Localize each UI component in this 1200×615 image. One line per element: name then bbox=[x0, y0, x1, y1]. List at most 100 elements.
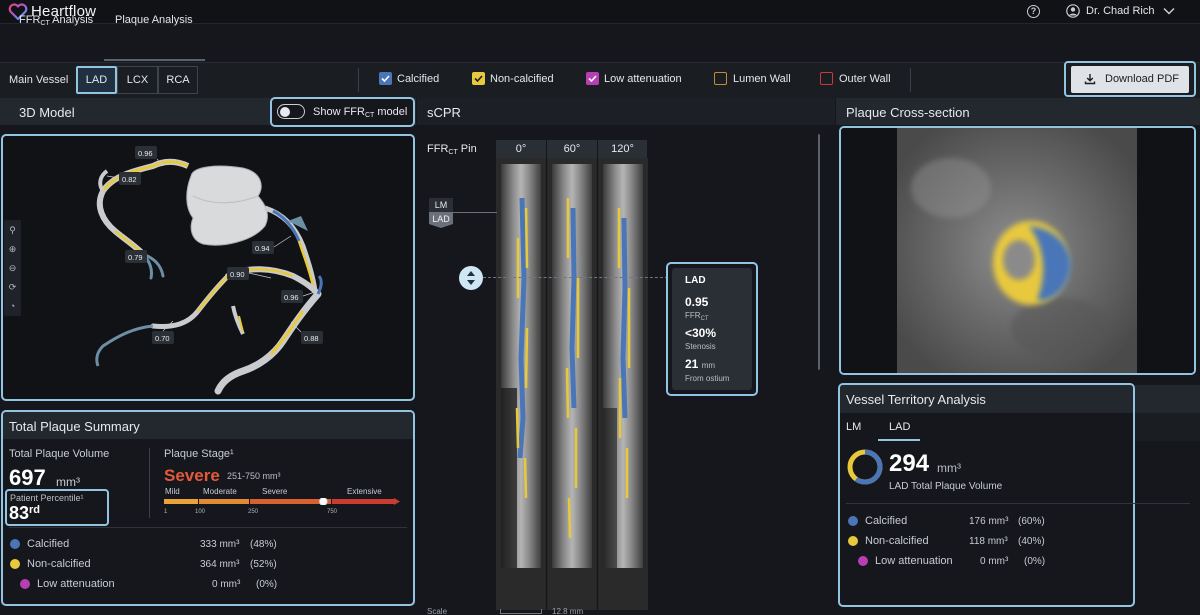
non-calcified-legend-label[interactable]: Non-calcified bbox=[490, 73, 554, 85]
total-plaque-volume-unit: mm³ bbox=[56, 475, 80, 489]
vessel-button-lad[interactable]: LAD bbox=[76, 66, 117, 94]
summary-row-percent: (52%) bbox=[250, 559, 277, 570]
scpr-images[interactable] bbox=[496, 158, 648, 610]
help-icon[interactable]: ? bbox=[1027, 5, 1040, 18]
tab-plaque-analysis[interactable]: Plaque Analysis bbox=[115, 14, 193, 26]
download-pdf-label[interactable]: Download PDF bbox=[1105, 73, 1179, 85]
summary-row-label: Low attenuation bbox=[37, 578, 115, 590]
calcified-legend-label[interactable]: Calcified bbox=[397, 73, 439, 85]
patient-percentile-value: 83rd bbox=[9, 503, 41, 523]
ffr-label: 0.96 bbox=[138, 149, 153, 158]
angle-header-120[interactable]: 120° bbox=[598, 140, 648, 158]
model-panel-title: 3D Model bbox=[19, 105, 75, 120]
scpr-panel-title: sCPR bbox=[427, 105, 461, 120]
ffr-label: 0.90 bbox=[230, 270, 245, 279]
territory-tab-lm[interactable]: LM bbox=[846, 421, 861, 433]
download-icon bbox=[1084, 74, 1096, 85]
low-attenuation-legend-label[interactable]: Low attenuation bbox=[604, 73, 682, 85]
zoom-in-icon[interactable]: ⊕ bbox=[4, 240, 21, 259]
chevron-down-icon[interactable] bbox=[1162, 5, 1176, 17]
territory-row-label: Calcified bbox=[865, 515, 908, 527]
lumen-wall-legend-label[interactable]: Lumen Wall bbox=[733, 73, 791, 85]
summary-row-percent: (0%) bbox=[256, 579, 278, 590]
pin-position-line bbox=[483, 277, 668, 278]
user-icon[interactable] bbox=[1066, 4, 1080, 18]
territory-donut-chart bbox=[847, 449, 883, 485]
scale-value: 12.8 mm bbox=[552, 607, 584, 615]
summary-row-divider bbox=[9, 527, 407, 528]
user-name[interactable]: Dr. Chad Rich bbox=[1086, 5, 1154, 17]
zoom-out-icon[interactable]: ⊖ bbox=[4, 259, 21, 278]
rotate-icon[interactable]: ⟳ bbox=[4, 278, 21, 297]
stage-band-label: Mild bbox=[165, 487, 180, 496]
summary-divider bbox=[149, 448, 150, 518]
stage-band-label: Extensive bbox=[347, 487, 382, 496]
tab-ffrct-analysis[interactable]: FFRCT Analysis bbox=[19, 14, 93, 27]
analysis-tab-bar bbox=[0, 25, 1200, 62]
territory-row-label: Non-calcified bbox=[865, 535, 929, 547]
lumen-wall-checkbox[interactable] bbox=[714, 72, 727, 85]
cross-section-panel-title: Plaque Cross-section bbox=[846, 105, 970, 120]
summary-row-value: 0 mm³ bbox=[212, 579, 241, 590]
angle-header-0[interactable]: 0° bbox=[496, 140, 547, 158]
ffr-label: 0.96 bbox=[284, 293, 299, 302]
plaque-stage-value: Severe bbox=[164, 466, 220, 485]
summary-title: Total Plaque Summary bbox=[9, 419, 140, 434]
vessel-button-lcx[interactable]: LCX bbox=[117, 66, 158, 94]
vessel-button-rca[interactable]: RCA bbox=[158, 66, 198, 94]
summary-row-value: 333 mm³ bbox=[200, 539, 240, 550]
territory-row-percent: (0%) bbox=[1024, 556, 1046, 567]
territory-title: Vessel Territory Analysis bbox=[846, 392, 986, 407]
active-tab-indicator bbox=[104, 59, 205, 61]
toggle-knob[interactable] bbox=[280, 107, 290, 117]
calcified-checkbox[interactable] bbox=[379, 72, 392, 85]
pin-icon[interactable]: ⚲ bbox=[4, 221, 21, 240]
low-attenuation-checkbox[interactable] bbox=[586, 72, 599, 85]
summary-row-label: Non-calcified bbox=[27, 558, 91, 570]
territory-volume-value: 294 bbox=[889, 450, 930, 477]
patient-percentile-label: Patient Percentile¹ bbox=[10, 493, 84, 503]
plaque-stage-label: Plaque Stage¹ bbox=[164, 448, 234, 460]
angle-header-60[interactable]: 60° bbox=[547, 140, 598, 158]
stage-marker bbox=[318, 498, 328, 505]
plaque-stage-scale bbox=[164, 498, 400, 505]
tooltip-stenosis-value: <30% bbox=[685, 326, 717, 340]
coronary-tree-model[interactable]: 0.96 0.82 0.79 0.94 0.90 0.96 0.70 0.88 bbox=[3, 136, 413, 399]
plaque-stage-range: 251-750 mm³ bbox=[227, 471, 281, 481]
territory-row-value: 176 mm³ bbox=[969, 516, 1009, 527]
outer-wall-legend-label[interactable]: Outer Wall bbox=[839, 73, 891, 85]
non-calcified-dot bbox=[10, 559, 20, 569]
ffrct-pin-handle[interactable] bbox=[459, 266, 483, 290]
low-attenuation-dot bbox=[858, 556, 868, 566]
stage-tick-label: 250 bbox=[248, 509, 259, 515]
vessel-territory-panel bbox=[838, 383, 1135, 607]
territory-tab-lad[interactable]: LAD bbox=[889, 421, 910, 433]
non-calcified-dot bbox=[848, 536, 858, 546]
stage-tick-label: 750 bbox=[327, 509, 338, 515]
outer-wall-checkbox[interactable] bbox=[820, 72, 833, 85]
tooltip-stenosis-label: Stenosis bbox=[685, 342, 716, 351]
reset-view-icon[interactable]: ◔ bbox=[4, 297, 21, 316]
ffr-label: 0.88 bbox=[304, 334, 319, 343]
show-ffrct-label[interactable]: Show FFRCT model bbox=[313, 106, 407, 119]
territory-row-value: 0 mm³ bbox=[980, 556, 1009, 567]
territory-row-percent: (60%) bbox=[1018, 516, 1045, 527]
up-down-arrows-icon bbox=[467, 271, 475, 285]
scale-label: Scale bbox=[427, 607, 448, 615]
tooltip-vessel: LAD bbox=[685, 275, 706, 286]
calcified-dot bbox=[10, 539, 20, 549]
summary-row-value: 364 mm³ bbox=[200, 559, 240, 570]
plaque-cross-section-viewport[interactable] bbox=[839, 126, 1196, 375]
stage-tick-label: 100 bbox=[195, 509, 206, 515]
territory-volume-caption: LAD Total Plaque Volume bbox=[889, 481, 1003, 492]
summary-row-percent: (48%) bbox=[250, 539, 277, 550]
total-plaque-volume-value: 697 bbox=[9, 465, 46, 490]
lm-marker: LM bbox=[429, 198, 453, 212]
territory-row-value: 118 mm³ bbox=[969, 536, 1008, 547]
scpr-scrollbar[interactable] bbox=[818, 134, 820, 370]
tooltip-ffr-value: 0.95 bbox=[685, 295, 709, 309]
non-calcified-checkbox[interactable] bbox=[472, 72, 485, 85]
tooltip-ffr-label: FFRCT bbox=[685, 311, 709, 322]
stage-band-label: Severe bbox=[262, 487, 288, 496]
tooltip-distance-value: 21 mm bbox=[685, 357, 716, 371]
